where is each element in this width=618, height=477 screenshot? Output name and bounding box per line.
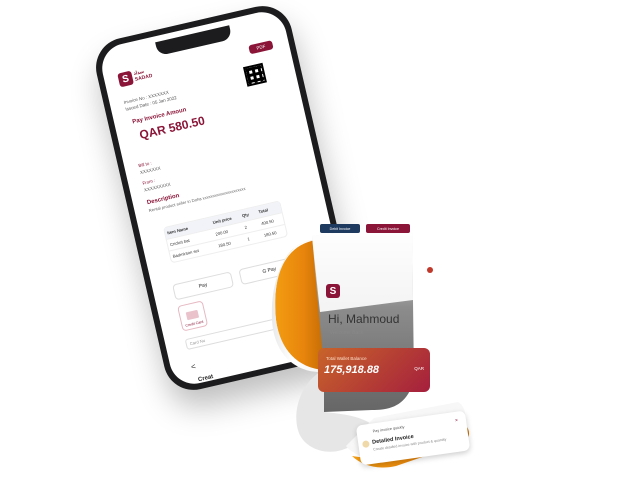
balance-value: 175,918.88 [324,364,380,376]
home-logo-initial: S [326,284,340,298]
invoice-icon [361,440,370,449]
qr-code-icon [242,62,267,87]
balance-card: Total Wallet Balance 175,918.88 QAR [318,348,430,392]
create-label: Creat [197,373,214,384]
sadad-logo: S سداد SADAD [117,66,153,88]
welcome-text: Welcome Back [330,330,364,336]
top-actions: Debit Invoice Credit Invoice [320,224,410,233]
invoice-meta: Invoice No : XXXXXXX Issued Date : 05 Ja… [123,87,177,112]
apple-pay-button[interactable]: Pay [172,271,235,301]
apple-pay-label: Pay [198,281,209,290]
pdf-button[interactable]: PDF [248,40,274,55]
credit-card-label: Credit Card [185,319,204,328]
balance-label: Total Wallet Balance [326,356,367,361]
home-logo: S [326,284,340,298]
credit-invoice-button[interactable]: Credit Invoice [366,224,410,233]
debit-invoice-button[interactable]: Debit Invoice [320,224,360,233]
greeting: Hi, Mahmoud [328,312,400,326]
close-icon[interactable]: × [455,418,459,424]
back-arrow-icon[interactable]: < [190,362,197,372]
currency: QAR [414,366,424,371]
promo-stage: S سداد SADAD PDF Invoice No : XXXXXXX Is… [0,0,618,477]
logo-initial: S [117,70,134,88]
notif-text: Pay invoice quickly [372,425,405,434]
credit-card-option[interactable]: Credit Card [177,300,209,332]
credit-card-icon [185,309,200,321]
curled-screen: Debit Invoice Credit Invoice S Hi, Mahmo… [262,220,478,472]
